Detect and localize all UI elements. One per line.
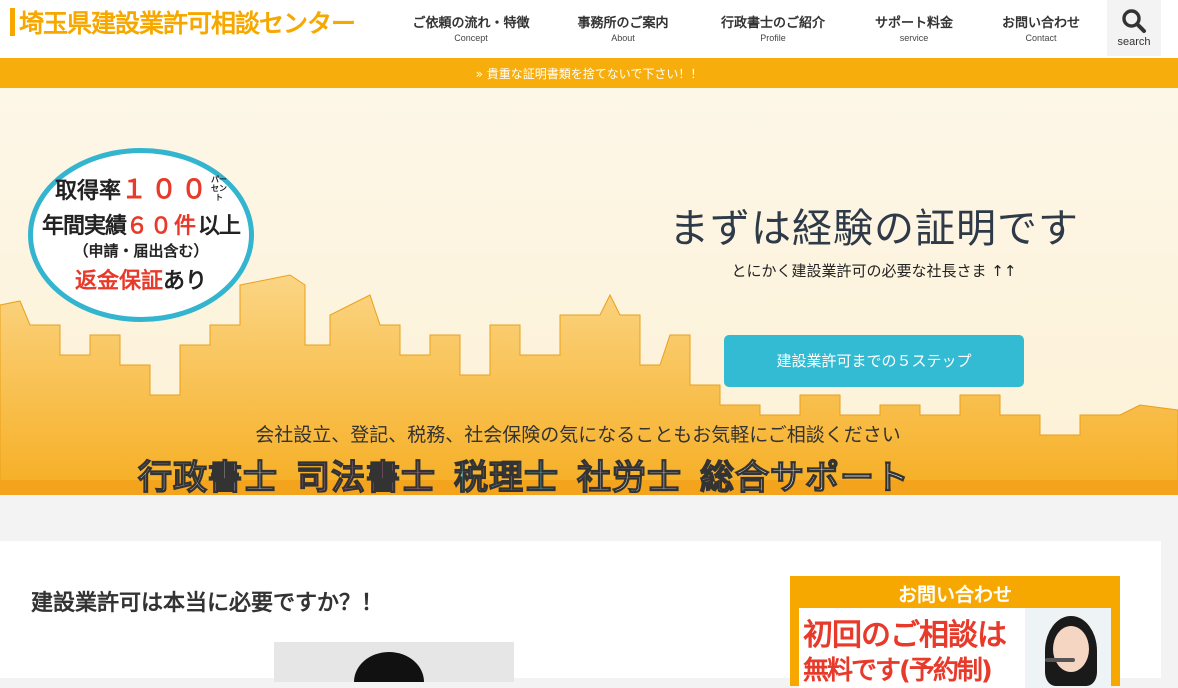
operator-face [1053,626,1089,672]
headset-icon [1045,658,1075,662]
nav-label: ご依頼の流れ・特徴 [412,16,530,31]
badge-annual-value: ６０件 [125,214,198,239]
nav-item-contact[interactable]: お問い合わせ Contact [982,0,1100,58]
nav-sublabel: Concept [454,33,488,43]
badge-rate-value: １００ [121,175,212,205]
free-consult-line1: 初回のご相談は [803,618,1007,653]
main-content: 建設業許可は本当に必要ですか？！ お問い合わせ 初回のご相談は 無料です(予約制… [0,541,1161,688]
service-total-support: 総合サポート [699,457,910,495]
badge-rate-line: 取得率１００パーセント [33,169,249,206]
contact-banner-body: 初回のご相談は 無料です(予約制) [799,608,1111,688]
hero-banner: 取得率１００パーセント 年間実績６０件以上 （申請・届出含む） 返金保証あり ま… [0,88,1178,495]
service-gyosei: 行政書士 [137,457,278,495]
notice-link[interactable]: » 貴重な証明書類を捨てないで下さい！！ [476,67,703,81]
search-icon [1122,9,1146,33]
search-label: search [1117,36,1151,48]
nav-label: お問い合わせ [1001,16,1080,31]
service-sharo: 社労士 [576,457,682,495]
search-button[interactable]: search [1107,0,1161,56]
hero-caption: 会社設立、登記、税務、社会保険の気になることもお気軽にご相談ください [255,424,901,446]
nav-sublabel: service [899,33,929,43]
badge-annual-suffix: 以上 [198,214,241,239]
badge-annual-line: 年間実績６０件以上 [33,208,249,240]
nav-sublabel: About [611,33,635,43]
nav-item-service[interactable]: サポート料金 service [846,0,982,58]
badge-guarantee-suffix: あり [163,269,208,294]
nav-label: サポート料金 [874,16,953,31]
site-logo[interactable]: 埼玉県建設業許可相談センター [10,4,356,40]
badge-rate-prefix: 取得率 [54,179,121,204]
operator-photo [1025,608,1111,688]
nav-label: 事務所のご案内 [577,16,669,31]
hero-title: まずは経験の証明です [669,206,1079,252]
profile-photo [274,642,514,682]
five-steps-button[interactable]: 建設業許可までの５ステップ [724,335,1024,387]
badge-guarantee-red: 返金保証 [74,269,163,294]
site-header: 埼玉県建設業許可相談センター ご依頼の流れ・特徴 Concept 事務所のご案内… [0,0,1178,58]
main-nav: ご依頼の流れ・特徴 Concept 事務所のご案内 About 行政書士のご紹介… [396,0,1100,58]
contact-banner-heading: お問い合わせ [897,584,1012,606]
nav-sublabel: Profile [760,33,786,43]
nav-item-concept[interactable]: ご依頼の流れ・特徴 Concept [396,0,546,58]
service-shiho: 司法書士 [295,457,436,495]
nav-label: 行政書士のご紹介 [720,16,825,31]
badge-rate-unit: パーセント [211,175,228,202]
notice-bar: » 貴重な証明書類を捨てないで下さい！！ [0,58,1178,88]
hero-subtitle: とにかく建設業許可の必要な社長さま ↑↑ [731,262,1017,280]
free-consult-line2: 無料です(予約制) [803,656,993,686]
nav-sublabel: Contact [1025,33,1057,43]
logo-text: 埼玉県建設業許可相談センター [19,9,356,38]
nav-item-profile[interactable]: 行政書士のご紹介 Profile [700,0,846,58]
nav-item-about[interactable]: 事務所のご案内 About [546,0,700,58]
badge-annual-prefix: 年間実績 [41,214,127,239]
service-list: 行政書士 司法書士 税理士 社労士 総合サポート [137,450,1038,495]
achievement-badge: 取得率１００パーセント 年間実績６０件以上 （申請・届出含む） 返金保証あり [28,148,254,322]
badge-guarantee-line: 返金保証あり [33,263,249,295]
logo-bar [10,8,15,36]
service-zeiri: 税理士 [453,457,559,495]
badge-annual-note: （申請・届出含む） [73,242,209,260]
article-title: 建設業許可は本当に必要ですか？！ [31,591,384,616]
contact-banner[interactable]: お問い合わせ 初回のご相談は 無料です(予約制) [790,576,1120,688]
